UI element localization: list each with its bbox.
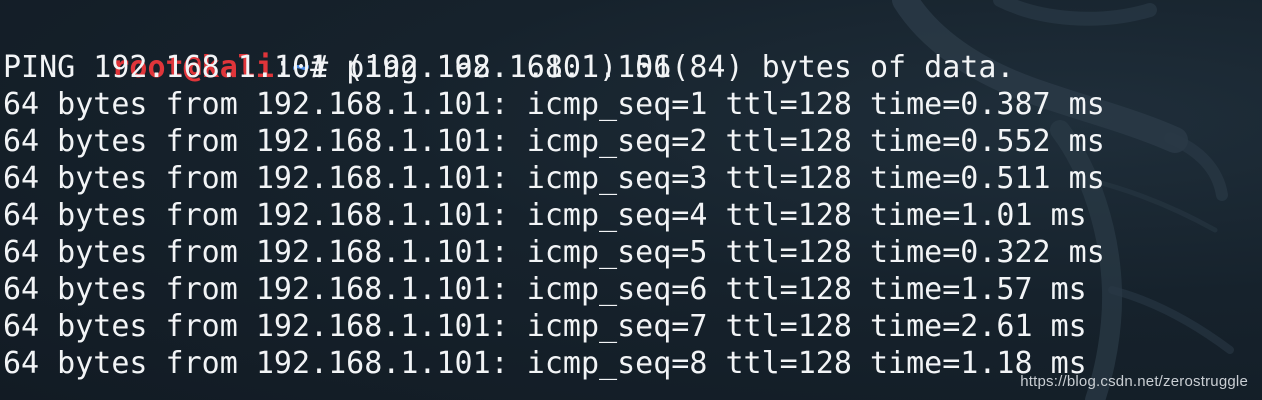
prompt-line: root@kali:~# ping 192.168.1.101 [3, 12, 1105, 85]
output-line: PING 192.168.1.101 (192.168.1.101) 56(84… [3, 50, 1015, 85]
watermark: https://blog.csdn.net/zerostruggle [1020, 373, 1248, 390]
output-line: 64 bytes from 192.168.1.101: icmp_seq=3 … [3, 161, 1105, 196]
output-line: 64 bytes from 192.168.1.101: icmp_seq=8 … [3, 346, 1087, 381]
terminal-output: root@kali:~# ping 192.168.1.101 PING 192… [3, 12, 1105, 382]
output-line: 64 bytes from 192.168.1.101: icmp_seq=4 … [3, 198, 1087, 233]
output-line: 64 bytes from 192.168.1.101: icmp_seq=5 … [3, 235, 1105, 270]
output-line: 64 bytes from 192.168.1.101: icmp_seq=7 … [3, 309, 1087, 344]
output-line: 64 bytes from 192.168.1.101: icmp_seq=6 … [3, 272, 1087, 307]
output-line: 64 bytes from 192.168.1.101: icmp_seq=1 … [3, 87, 1105, 122]
terminal-window[interactable]: root@kali:~# ping 192.168.1.101 PING 192… [0, 0, 1262, 400]
output-line: 64 bytes from 192.168.1.101: icmp_seq=2 … [3, 124, 1105, 159]
